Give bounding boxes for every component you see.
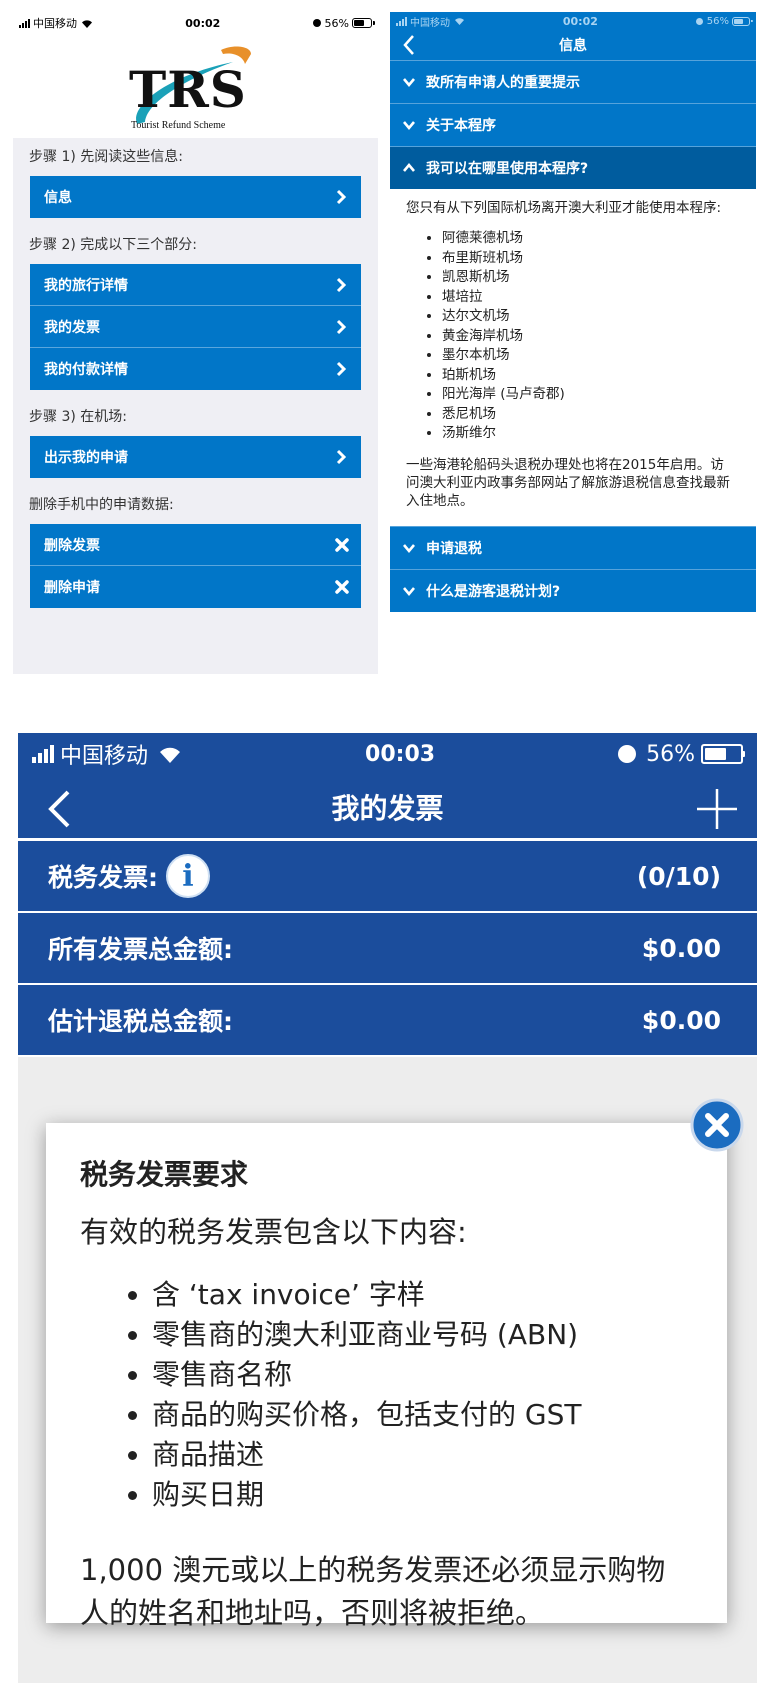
step1-label: 步骤 1) 先阅读这些信息:	[29, 149, 183, 165]
tax-invoice-count-row: 税务发票: i (0/10)	[18, 841, 757, 913]
battery-icon	[352, 18, 375, 28]
seaport-note: 一些海港轮船码头退税办理处也将在2015年启用。访问澳大利亚内政事务部网站了解旅…	[406, 456, 730, 509]
back-chevron-icon[interactable]	[402, 34, 416, 56]
alarm-icon	[618, 745, 637, 763]
list-item: 墨尔本机场	[442, 346, 736, 366]
modal-title: 税务发票要求	[80, 1158, 249, 1191]
chevron-right-icon	[336, 277, 347, 292]
accordion-about-app[interactable]: 关于本程序	[390, 103, 756, 146]
invoice-count: (0/10)	[636, 861, 721, 891]
chevron-right-icon	[336, 361, 347, 377]
list-item: 珀斯机场	[442, 366, 736, 386]
chevron-down-icon	[403, 543, 415, 553]
list-item: 悉尼机场	[442, 405, 736, 425]
chevron-up-icon	[403, 162, 415, 172]
list-item: 商品描述	[152, 1435, 693, 1475]
my-invoices-button[interactable]: 我的发票	[30, 306, 361, 348]
close-icon	[335, 537, 349, 552]
alarm-icon	[695, 17, 703, 25]
list-item: 阿德莱德机场	[442, 229, 736, 249]
invoice-total-row: 所有发票总金额: $0.00	[18, 913, 757, 985]
battery-area: 56%	[312, 17, 375, 30]
list-item: 阳光海岸 (马卢奇郡)	[442, 385, 736, 405]
battery-icon	[700, 744, 745, 764]
wifi-icon	[455, 18, 464, 25]
accordion-claim-refund[interactable]: 申请退税	[390, 525, 756, 569]
delete-label: 删除手机中的申请数据:	[29, 497, 174, 513]
accordion-where-to-use[interactable]: 我可以在哪里使用本程序?	[390, 146, 756, 189]
list-item: 商品的购买价格，包括支付的 GST	[152, 1395, 693, 1435]
status-time: 00:02	[562, 14, 598, 28]
chevron-down-icon	[403, 121, 415, 131]
battery-area: 56%	[695, 16, 753, 27]
status-bar: 中国移动 00:03 56%	[18, 733, 757, 775]
chevron-right-icon	[336, 319, 347, 334]
step2-label: 步骤 2) 完成以下三个部分:	[29, 237, 197, 253]
page-title: 我的发票	[331, 791, 444, 825]
logo-text: TRS	[129, 60, 247, 119]
info-screen: 中国移动 00:02 56% 信息 致所有申请人的重要提示 关于本程序 我可以在…	[390, 12, 756, 674]
signal-icon	[19, 18, 30, 28]
modal-intro: 有效的税务发票包含以下内容:	[80, 1215, 467, 1249]
signal-icon	[396, 16, 407, 26]
payment-details-button[interactable]: 我的付款详情	[30, 348, 361, 390]
add-invoice-icon[interactable]	[695, 787, 739, 831]
nav-bar: 我的发票	[18, 775, 757, 841]
signal-icon	[32, 745, 54, 763]
carrier: 中国移动	[19, 15, 93, 31]
intro-text: 您只有从下列国际机场离开澳大利亚才能使用本程序:	[406, 200, 722, 216]
info-icon[interactable]: i	[166, 854, 210, 898]
refund-estimate-row: 估计退税总金额: $0.00	[18, 985, 757, 1057]
close-modal-icon[interactable]	[690, 1098, 744, 1152]
show-claim-button[interactable]: 出示我的申请	[30, 436, 361, 478]
carrier: 中国移动	[396, 14, 465, 29]
carrier: 中国移动	[32, 738, 182, 770]
requirements-list: 含 ‘tax invoice’ 字样 零售商的澳大利亚商业号码 (ABN) 零售…	[152, 1275, 693, 1515]
close-icon	[335, 580, 349, 594]
travel-details-button[interactable]: 我的旅行详情	[30, 264, 361, 306]
list-item: 零售商的澳大利亚商业号码 (ABN)	[152, 1315, 693, 1355]
list-item: 黄金海岸机场	[442, 327, 736, 347]
battery-icon	[732, 16, 753, 26]
list-item: 购买日期	[152, 1475, 693, 1515]
wifi-icon	[160, 747, 181, 763]
refund-estimate-value: $0.00	[641, 1005, 721, 1035]
invoice-total-value: $0.00	[641, 933, 721, 963]
list-item: 堪培拉	[442, 288, 736, 308]
list-item: 零售商名称	[152, 1355, 693, 1395]
logo-subtitle: Tourist Refund Scheme	[131, 120, 226, 131]
list-item: 汤斯维尔	[442, 424, 736, 444]
tax-invoice-requirements-modal: 税务发票要求 有效的税务发票包含以下内容: 含 ‘tax invoice’ 字样…	[46, 1123, 727, 1630]
wifi-icon	[82, 19, 92, 28]
list-item: 达尔文机场	[442, 307, 736, 327]
chevron-right-icon	[336, 449, 347, 465]
accordion-content: 您只有从下列国际机场离开澳大利亚才能使用本程序: 阿德莱德机场 布里斯班机场 凯…	[390, 189, 756, 520]
status-time: 00:02	[185, 16, 221, 30]
accordion-important-notice[interactable]: 致所有申请人的重要提示	[390, 60, 756, 103]
airport-list: 阿德莱德机场 布里斯班机场 凯恩斯机场 堪培拉 达尔文机场 黄金海岸机场 墨尔本…	[424, 229, 736, 444]
delete-invoices-button[interactable]: 删除发票	[30, 524, 361, 566]
modal-footer: 1,000 澳元或以上的税务发票还必须显示购物人的姓名和地址吗，否则将被拒绝。	[80, 1553, 666, 1630]
home-screen: 中国移动 00:02 56% TRS Tourist Refund Scheme…	[13, 12, 378, 674]
status-time: 00:03	[365, 741, 436, 767]
chevron-down-icon	[403, 78, 415, 88]
info-button[interactable]: 信息	[30, 176, 361, 218]
chevron-down-icon	[403, 586, 415, 596]
status-bar: 中国移动 00:02 56%	[13, 12, 378, 34]
list-item: 布里斯班机场	[442, 249, 736, 269]
list-item: 含 ‘tax invoice’ 字样	[152, 1275, 693, 1315]
delete-claim-button[interactable]: 删除申请	[30, 566, 361, 608]
trs-logo: TRS Tourist Refund Scheme	[13, 34, 378, 138]
accordion-what-is-trs[interactable]: 什么是游客退税计划?	[390, 568, 756, 612]
list-item: 凯恩斯机场	[442, 268, 736, 288]
alarm-icon	[312, 19, 321, 27]
my-invoices-screen: 中国移动 00:03 56% 我的发票 税务发票: i (0/10) 所有发票总…	[18, 733, 757, 1683]
nav-bar: 信息	[390, 30, 756, 60]
page-title: 信息	[559, 38, 587, 54]
step3-label: 步骤 3) 在机场:	[29, 409, 127, 425]
chevron-right-icon	[336, 189, 347, 205]
back-chevron-icon[interactable]	[46, 789, 72, 829]
status-bar: 中国移动 00:02 56%	[390, 12, 756, 30]
battery-area: 56%	[618, 742, 745, 767]
